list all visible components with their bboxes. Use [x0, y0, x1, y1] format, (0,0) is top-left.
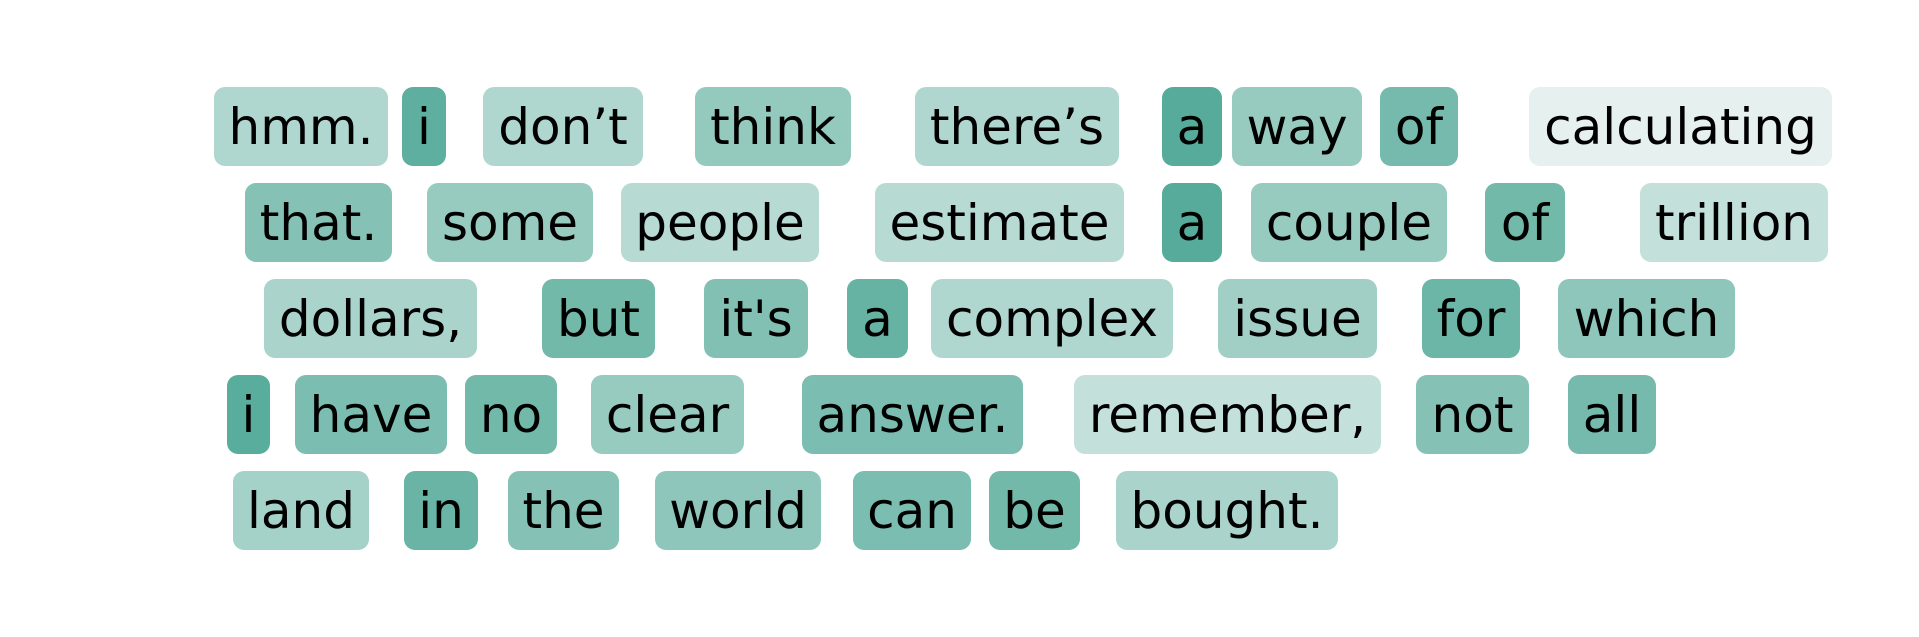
token: i	[227, 375, 270, 454]
token: be	[989, 471, 1080, 550]
token: calculating	[1529, 87, 1832, 166]
token: clear	[591, 375, 744, 454]
token: don’t	[483, 87, 643, 166]
token: the	[508, 471, 619, 550]
token: of	[1485, 183, 1565, 262]
token: which	[1558, 279, 1735, 358]
token: way	[1232, 87, 1362, 166]
token: a	[847, 279, 908, 358]
token: can	[853, 471, 971, 550]
token: estimate	[875, 183, 1124, 262]
token: have	[295, 375, 447, 454]
token: dollars,	[264, 279, 477, 358]
token: a	[1162, 183, 1222, 262]
token: that.	[245, 183, 392, 262]
token: no	[465, 375, 557, 454]
token: there’s	[915, 87, 1119, 166]
token: people	[621, 183, 819, 262]
token: for	[1422, 279, 1520, 358]
token: all	[1568, 375, 1656, 454]
token: couple	[1251, 183, 1447, 262]
token: bought.	[1116, 471, 1338, 550]
token: of	[1380, 87, 1458, 166]
token: issue	[1218, 279, 1377, 358]
token: remember,	[1074, 375, 1381, 454]
token: but	[542, 279, 655, 358]
token: trillion	[1640, 183, 1828, 262]
token: it's	[704, 279, 808, 358]
token: land	[233, 471, 369, 550]
token: some	[427, 183, 593, 262]
token: not	[1416, 375, 1529, 454]
token: in	[404, 471, 478, 550]
token: answer.	[802, 375, 1023, 454]
token: world	[655, 471, 821, 550]
token: think	[695, 87, 851, 166]
token: hmm.	[214, 87, 388, 166]
token: complex	[931, 279, 1173, 358]
token: a	[1162, 87, 1222, 166]
token: i	[402, 87, 446, 166]
token-heatmap: hmm. i don’t think there’s a way of calculating t…	[0, 0, 1919, 637]
